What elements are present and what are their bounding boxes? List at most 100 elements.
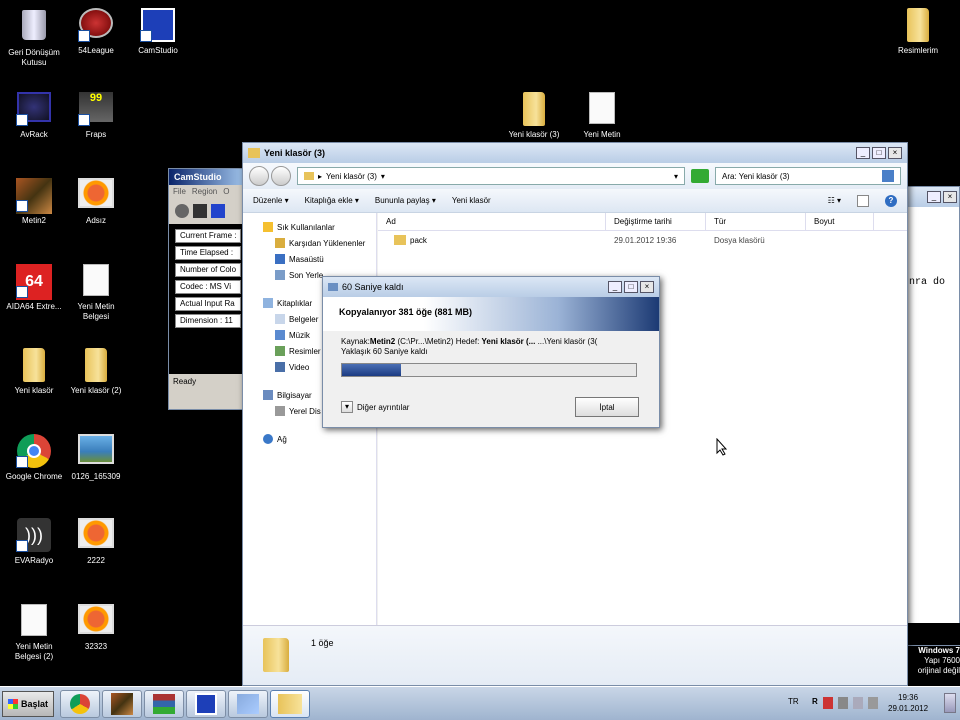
taskbar-metin2[interactable] xyxy=(102,690,142,718)
nav-favorites[interactable]: Sık Kullanılanlar xyxy=(263,219,376,235)
minimize-button[interactable]: _ xyxy=(927,191,941,203)
column-name[interactable]: Ad xyxy=(378,213,606,230)
nav-desktop[interactable]: Masaüstü xyxy=(263,251,376,267)
desktop-icon-recycle-bin[interactable]: Geri Dönüşüm Kutusu xyxy=(2,8,66,68)
desktop-icon-label: Yeni Metin xyxy=(583,130,621,139)
desktop-icon-text-document-2[interactable]: Yeni Metin Belgesi (2) xyxy=(2,604,66,662)
desktop-icon-aida64[interactable]: 64 AIDA64 Extre... xyxy=(2,264,66,312)
clock-date: 29.01.2012 xyxy=(888,704,929,713)
record-icon[interactable] xyxy=(175,204,189,218)
menu-region[interactable]: Region xyxy=(192,187,217,196)
taskbar-winrar[interactable] xyxy=(144,690,184,718)
nav-network[interactable]: Ağ xyxy=(263,431,376,447)
fraps-icon: 99 xyxy=(78,92,114,126)
folder-icon xyxy=(278,694,302,714)
desktop-icon-avrack[interactable]: AvRack xyxy=(2,92,66,140)
desktop-icon-chrome[interactable]: Google Chrome xyxy=(2,434,66,482)
taskbar-camstudio[interactable] xyxy=(186,690,226,718)
cancel-button[interactable]: İptal xyxy=(575,397,639,417)
desktop-icon-label: Google Chrome xyxy=(5,472,63,481)
tray-r-icon[interactable]: R xyxy=(812,697,818,709)
desktop-icon-metin2[interactable]: Metin2 xyxy=(2,178,66,226)
copy-dialog-title: 60 Saniye kaldı xyxy=(342,282,404,292)
maximize-button[interactable]: □ xyxy=(872,147,886,159)
new-folder-button[interactable]: Yeni klasör xyxy=(452,196,491,205)
add-to-library-button[interactable]: Kitaplığa ekle ▾ xyxy=(305,196,359,205)
taskbar-chrome[interactable] xyxy=(60,690,100,718)
forward-button[interactable] xyxy=(271,166,291,186)
organize-button[interactable]: Düzenle ▾ xyxy=(253,196,289,205)
desktop-icon-text-document[interactable]: Yeni Metin Belgesi xyxy=(64,264,128,322)
desktop-icon-adsiz[interactable]: Adsız xyxy=(64,178,128,226)
menu-options[interactable]: O xyxy=(223,187,229,196)
column-type[interactable]: Tür xyxy=(706,213,806,230)
nav-downloads[interactable]: Karşıdan Yüklenenler xyxy=(263,235,376,251)
number-of-colors-field: Number of Colo xyxy=(175,263,241,277)
folder-icon xyxy=(248,148,260,158)
pause-icon[interactable] xyxy=(193,204,207,218)
address-field[interactable]: ▸ Yeni klasör (3) ▾ ▾ xyxy=(297,167,685,185)
desktop-icon-2222[interactable]: 2222 xyxy=(64,518,128,566)
item-count: 1 öğe xyxy=(311,638,334,648)
camstudio-titlebar[interactable]: CamStudio xyxy=(169,169,247,185)
share-with-button[interactable]: Bununla paylaş ▾ xyxy=(375,196,436,205)
desktop-icon-yeni-metin[interactable]: Yeni Metin xyxy=(570,92,634,140)
tray-security-icon[interactable] xyxy=(822,697,833,709)
system-tray: R xyxy=(812,697,878,709)
camstudio-window[interactable]: CamStudio File Region O Current Frame : … xyxy=(168,168,248,410)
copy-dialog[interactable]: 60 Saniye kaldı _ □ × Kopyalanıyor 381 ö… xyxy=(322,276,660,428)
stop-icon[interactable] xyxy=(211,204,225,218)
copy-dialog-titlebar[interactable]: 60 Saniye kaldı _ □ × xyxy=(323,277,659,297)
volume-icon[interactable] xyxy=(867,697,878,709)
view-options-icon[interactable]: ☷ ▾ xyxy=(828,196,841,205)
desktop-icon-photo[interactable]: 0126_165309 xyxy=(64,434,128,482)
current-frame-field: Current Frame : xyxy=(175,229,241,243)
more-details-toggle[interactable]: ▾ Diğer ayrıntılar xyxy=(341,401,409,413)
column-date[interactable]: Değiştirme tarihi xyxy=(606,213,706,230)
clock[interactable]: 19:36 29.01.2012 xyxy=(888,692,928,714)
column-size[interactable]: Boyut xyxy=(806,213,874,230)
camstudio-stats: Current Frame : Time Elapsed : Number of… xyxy=(169,224,247,374)
back-button[interactable] xyxy=(249,166,269,186)
show-desktop-button[interactable] xyxy=(944,693,956,713)
network-icon[interactable] xyxy=(852,697,863,709)
copy-details: Kaynak:Metin2 (C:\Pr...\Metin2) Hedef: Y… xyxy=(341,337,651,357)
background-window[interactable]: _ × nra do xyxy=(900,186,960,646)
minimize-button[interactable]: _ xyxy=(608,281,622,293)
background-window-titlebar[interactable]: _ × xyxy=(901,187,959,207)
help-icon[interactable]: ? xyxy=(885,194,897,207)
desktop-icon-fraps[interactable]: 99 Fraps xyxy=(64,92,128,140)
table-row[interactable]: pack 29.01.2012 19:36 Dosya klasörü xyxy=(378,231,907,249)
desktop-icon-label: Yeni Metin Belgesi (2) xyxy=(14,642,54,661)
desktop-icon-folder-3[interactable]: Yeni klasör (3) xyxy=(502,92,566,140)
explorer-titlebar[interactable]: Yeni klasör (3) _ □ × xyxy=(243,143,907,163)
desktop-icon-folder-2[interactable]: Yeni klasör (2) xyxy=(64,348,128,396)
search-icon[interactable] xyxy=(882,170,894,182)
language-indicator[interactable]: TR xyxy=(788,697,799,706)
desktop-icon-label: 0126_165309 xyxy=(71,472,121,481)
maximize-button[interactable]: □ xyxy=(624,281,638,293)
chevron-down-icon[interactable]: ▾ xyxy=(381,172,385,181)
tray-flag-icon[interactable] xyxy=(837,697,848,709)
desktop-icon-resimlerim[interactable]: Resimlerim xyxy=(886,8,950,56)
minimize-button[interactable]: _ xyxy=(856,147,870,159)
chevron-down-icon[interactable]: ▾ xyxy=(341,401,353,413)
start-button[interactable]: Başlat xyxy=(2,691,54,717)
metin2-icon xyxy=(16,178,52,214)
taskbar-explorer[interactable] xyxy=(270,690,310,718)
close-button[interactable]: × xyxy=(943,191,957,203)
address-dropdown-icon[interactable]: ▾ xyxy=(674,172,678,181)
desktop-icon-label: Yeni klasör (3) xyxy=(508,130,560,139)
desktop-icon-folder[interactable]: Yeni klasör xyxy=(2,348,66,396)
desktop-icon-54league[interactable]: 54League xyxy=(64,8,128,56)
close-button[interactable]: × xyxy=(888,147,902,159)
preview-pane-icon[interactable] xyxy=(857,194,869,207)
taskbar-app[interactable] xyxy=(228,690,268,718)
close-button[interactable]: × xyxy=(640,281,654,293)
menu-file[interactable]: File xyxy=(173,187,186,196)
search-input[interactable]: Ara: Yeni klasör (3) xyxy=(715,167,901,185)
desktop-icon-camstudio[interactable]: CamStudio xyxy=(126,8,190,56)
desktop-icon-32323[interactable]: 32323 xyxy=(64,604,128,652)
desktop-icon-evaradyo[interactable]: ))) EVARadyo xyxy=(2,518,66,566)
refresh-icon[interactable] xyxy=(691,169,709,183)
